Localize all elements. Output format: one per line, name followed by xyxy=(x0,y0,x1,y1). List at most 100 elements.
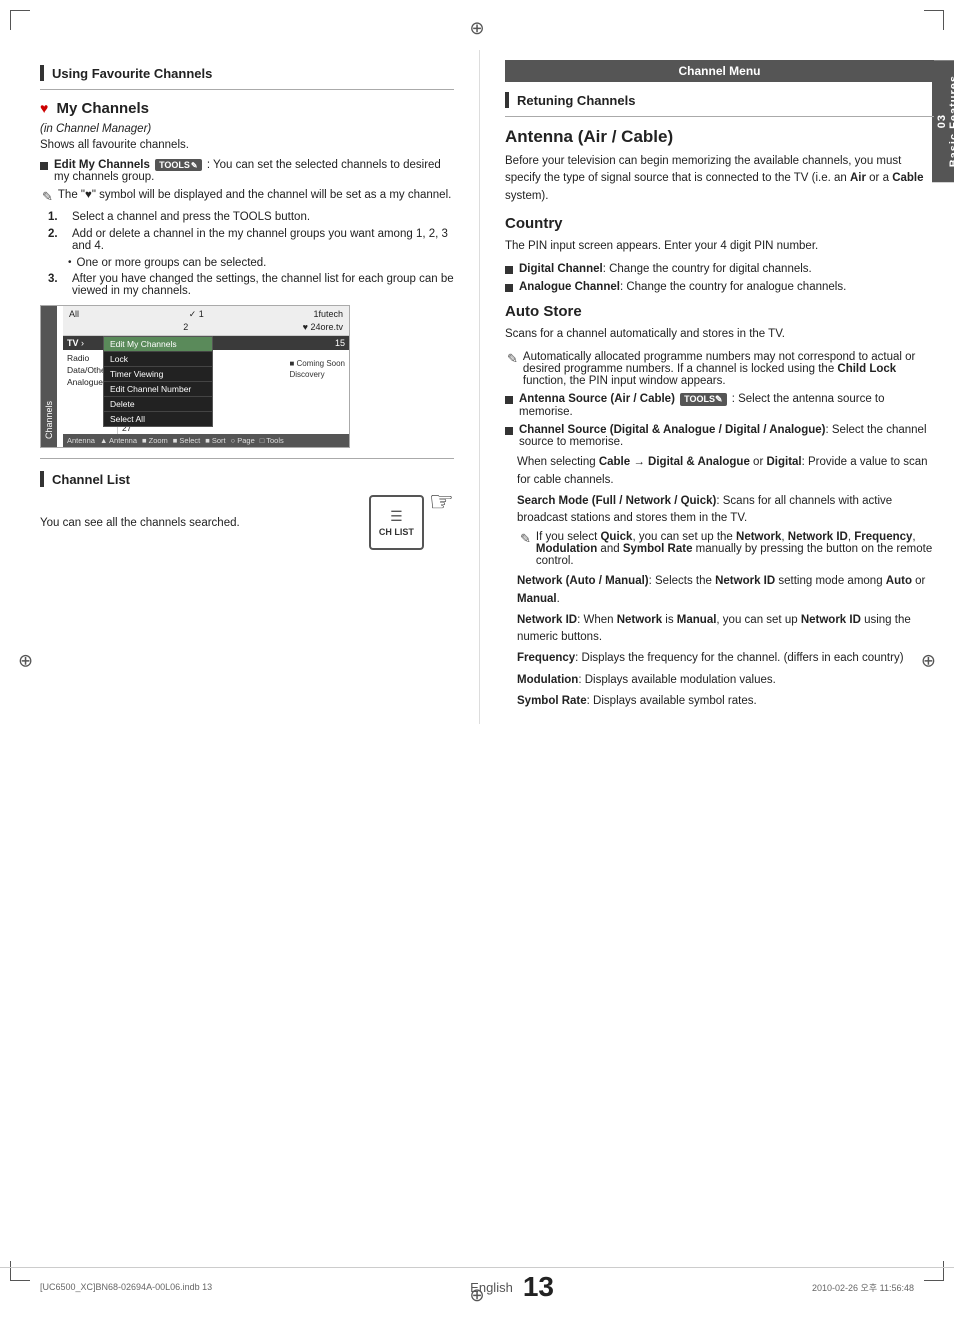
antenna-source-text: Antenna Source (Air / Cable) TOOLS✎ : Se… xyxy=(519,393,934,418)
analogue-channel-bullet: Analogue Channel: Change the country for… xyxy=(505,281,934,293)
channel-menu-header: Channel Menu xyxy=(505,60,934,82)
favourite-channels-title: Using Favourite Channels xyxy=(52,66,212,81)
quick-note-text: If you select Quick, you can set up the … xyxy=(536,531,934,567)
note-pencil-icon: ✎ xyxy=(42,189,53,205)
num-1-text: Select a channel and press the TOOLS but… xyxy=(72,211,310,223)
shows-all-text: Shows all favourite channels. xyxy=(40,139,454,151)
frequency-text: Frequency: Displays the frequency for th… xyxy=(505,650,934,667)
ctx-timer[interactable]: Timer Viewing xyxy=(104,366,212,381)
ch-list-menu-icon: ☰ xyxy=(390,508,403,525)
antenna-title: Antenna (Air / Cable) xyxy=(505,127,934,147)
antenna-source-bullet: Antenna Source (Air / Cable) TOOLS✎ : Se… xyxy=(505,393,934,418)
quick-note: ✎ If you select Quick, you can set up th… xyxy=(505,531,934,567)
footer-english-label: English xyxy=(470,1280,513,1295)
digital-channel-text: Digital Channel: Change the country for … xyxy=(519,263,812,275)
country-title: Country xyxy=(505,215,934,232)
numbered-item-1: 1. Select a channel and press the TOOLS … xyxy=(48,211,454,223)
footer-page-number: 13 xyxy=(523,1273,554,1301)
ch-item2: ♥ 24ore.tv xyxy=(303,322,343,332)
symbol-rate-text: Symbol Rate: Displays available symbol r… xyxy=(505,693,934,710)
ch-check1: ✓ 1 xyxy=(189,309,204,320)
bullet-square-1 xyxy=(40,162,48,170)
section-bar-2 xyxy=(40,471,44,487)
sub-dot-text: One or more groups can be selected. xyxy=(77,257,267,269)
left-column: Using Favourite Channels ♥ My Channels (… xyxy=(0,50,480,724)
corner-mark-tl xyxy=(10,10,30,30)
ch-list-label: CH LIST xyxy=(379,527,414,537)
footer-date: 2010-02-26 오후 11:56:48 xyxy=(812,1281,914,1294)
section-divider-3 xyxy=(505,116,934,117)
analogue-channel-text: Analogue Channel: Change the country for… xyxy=(519,281,846,293)
retuning-channels-title: Retuning Channels xyxy=(517,93,635,108)
channel-list-header: Channel List xyxy=(40,471,454,487)
channel-list-illustration: You can see all the channels searched. ☰… xyxy=(40,495,454,550)
section-divider-2 xyxy=(40,458,454,459)
tools-badge-1: TOOLS✎ xyxy=(155,159,202,171)
ch-num2: 2 xyxy=(183,322,188,332)
bullet-square-antenna xyxy=(505,396,513,404)
in-channel-manager-label: (in Channel Manager) xyxy=(40,123,454,135)
my-channels-title: ♥ My Channels xyxy=(40,100,454,117)
section-divider-1 xyxy=(40,89,454,90)
section-bar xyxy=(40,65,44,81)
bullet-square-digital xyxy=(505,266,513,274)
channels-side-label: Channels xyxy=(41,306,57,447)
main-layout: Using Favourite Channels ♥ My Channels (… xyxy=(0,0,954,784)
tools-badge-2: TOOLS✎ xyxy=(680,393,726,406)
footer-file-info: [UC6500_XC]BN68-02694A-00L06.indb 13 xyxy=(40,1282,212,1292)
auto-store-note: ✎ Automatically allocated programme numb… xyxy=(505,351,934,387)
ctx-lock[interactable]: Lock xyxy=(104,351,212,366)
note-pencil-icon-3: ✎ xyxy=(520,531,531,547)
channel-list-section: Channel List You can see all the channel… xyxy=(40,471,454,550)
num-2-text: Add or delete a channel in the my channe… xyxy=(72,228,454,252)
heart-note: ✎ The "♥" symbol will be displayed and t… xyxy=(40,189,454,205)
cable-select-text: When selecting Cable → Digital & Analogu… xyxy=(505,454,934,489)
num-3: 3. xyxy=(48,273,66,285)
bullet-square-analogue xyxy=(505,284,513,292)
ctx-select-all[interactable]: Select All xyxy=(104,411,212,426)
modulation-text: Modulation: Displays available modulatio… xyxy=(505,672,934,689)
sub-dot: • xyxy=(68,257,72,268)
my-channels-section: ♥ My Channels (in Channel Manager) Shows… xyxy=(40,100,454,448)
footer-right: English 13 xyxy=(470,1273,554,1301)
ctx-edit-my[interactable]: Edit My Channels xyxy=(104,337,212,351)
hand-pointer-icon: ☞ xyxy=(429,485,454,518)
ch-bottom-bar: Antenna ▲ Antenna ■ Zoom ■ Select ■ Sort… xyxy=(63,434,349,447)
auto-store-text: Scans for a channel automatically and st… xyxy=(505,326,934,343)
sub-dot-item: • One or more groups can be selected. xyxy=(68,257,454,269)
ch-all: All xyxy=(69,309,79,320)
channel-list-text: You can see all the channels searched. xyxy=(40,517,339,529)
edit-my-channels-text: Edit My Channels TOOLS✎ : You can set th… xyxy=(54,159,454,183)
channel-source-text: Channel Source (Digital & Analogue / Dig… xyxy=(519,424,934,448)
page-footer: [UC6500_XC]BN68-02694A-00L06.indb 13 Eng… xyxy=(0,1267,954,1306)
numbered-item-2: 2. Add or delete a channel in the my cha… xyxy=(48,228,454,252)
corner-mark-tr xyxy=(924,10,944,30)
ch-coming-soon: ■ Coming Soon xyxy=(289,358,345,369)
ch-list-icon: ☰ CH LIST xyxy=(369,495,424,550)
channel-screenshot: Channels All ✓ 1 1futech xyxy=(40,305,350,448)
crosshair-top: ⊕ xyxy=(469,18,484,39)
network-auto-text: Network (Auto / Manual): Selects the Net… xyxy=(505,573,934,608)
num-1: 1. xyxy=(48,211,66,223)
page-container: ⊕ ⊕ ⊕ ⊕ 03 Basic Features Using Favourit… xyxy=(0,0,954,1321)
ch-tv-num: 15 xyxy=(335,338,345,348)
network-id-text: Network ID: When Network is Manual, you … xyxy=(505,612,934,647)
search-mode-text: Search Mode (Full / Network / Quick): Sc… xyxy=(505,493,934,528)
digital-channel-bullet: Digital Channel: Change the country for … xyxy=(505,263,934,275)
country-text: The PIN input screen appears. Enter your… xyxy=(505,238,934,255)
crosshair-left: ⊕ xyxy=(18,650,33,671)
ctx-edit-num[interactable]: Edit Channel Number xyxy=(104,381,212,396)
channel-source-bullet: Channel Source (Digital & Analogue / Dig… xyxy=(505,424,934,448)
ch-discovery: Discovery xyxy=(289,369,345,380)
ch-item1: 1futech xyxy=(313,309,343,320)
channel-list-title: Channel List xyxy=(52,472,130,487)
ch-list-button-area: ☰ CH LIST ☞ xyxy=(369,495,454,550)
ctx-delete[interactable]: Delete xyxy=(104,396,212,411)
num-2: 2. xyxy=(48,228,66,240)
antenna-text: Before your television can begin memoriz… xyxy=(505,153,934,205)
favourite-channels-header: Using Favourite Channels xyxy=(40,65,454,81)
retuning-channels-header: Retuning Channels xyxy=(505,92,934,108)
num-3-text: After you have changed the settings, the… xyxy=(72,273,454,297)
heart-note-text: The "♥" symbol will be displayed and the… xyxy=(58,189,451,201)
edit-my-channels-bullet: Edit My Channels TOOLS✎ : You can set th… xyxy=(40,159,454,183)
